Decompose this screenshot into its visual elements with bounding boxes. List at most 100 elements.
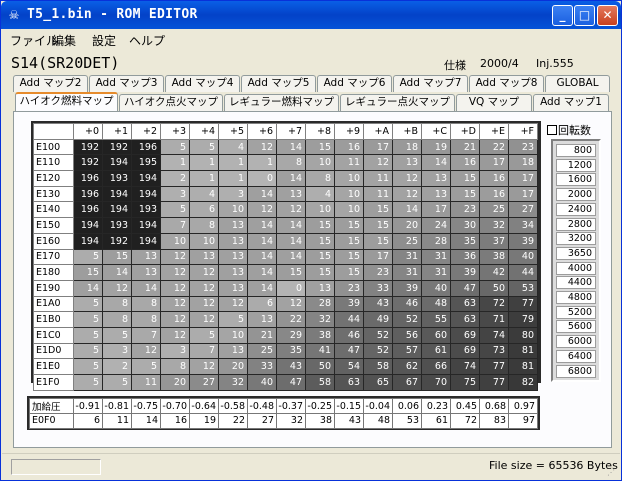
map-cell[interactable]: 12 (189, 311, 219, 328)
boost-value[interactable]: -0.58 (218, 398, 248, 414)
map-cell[interactable]: 61 (421, 343, 451, 360)
map-cell[interactable]: 5 (73, 249, 103, 266)
map-cell[interactable]: 12 (218, 296, 248, 313)
map-cell[interactable]: 40 (247, 374, 277, 391)
map-cell[interactable]: 12 (160, 296, 190, 313)
map-cell[interactable]: 14 (102, 264, 132, 281)
rpm-value[interactable]: 2000 (556, 188, 596, 202)
tab-vq-map[interactable]: VQ マップ (456, 94, 532, 111)
map-cell[interactable]: 1 (160, 154, 190, 172)
map-cell[interactable]: 8 (305, 170, 335, 187)
map-cell[interactable]: 13 (247, 311, 277, 328)
map-cell[interactable]: 193 (102, 170, 132, 187)
map-cell[interactable]: 12 (160, 249, 190, 266)
map-cell[interactable]: 72 (479, 296, 509, 313)
boost-value[interactable]: -0.81 (102, 398, 132, 414)
rpm-value[interactable]: 5600 (556, 320, 596, 334)
map-cell[interactable]: 29 (276, 327, 306, 344)
boost-value[interactable]: -0.75 (131, 398, 161, 414)
map-cell[interactable]: 5 (189, 139, 219, 156)
map-cell[interactable]: 6 (189, 201, 219, 219)
map-cell[interactable]: 1 (189, 170, 219, 187)
map-cell[interactable]: 194 (131, 186, 161, 203)
map-cell[interactable]: 5 (218, 311, 248, 328)
map-cell[interactable]: 14 (276, 249, 306, 266)
map-cell[interactable]: 14 (276, 170, 306, 187)
tab-global[interactable]: GLOBAL (545, 75, 610, 92)
map-cell[interactable]: 7 (189, 343, 219, 360)
map-cell[interactable]: 18 (392, 139, 422, 156)
tab-add-map-7[interactable]: Add マップ7 (393, 75, 468, 92)
map-cell[interactable]: 15 (450, 170, 480, 187)
map-cell[interactable]: 13 (392, 154, 422, 172)
map-cell[interactable]: 36 (450, 249, 480, 266)
map-cell[interactable]: 47 (334, 343, 364, 360)
map-cell[interactable]: 11 (363, 186, 393, 203)
map-cell[interactable]: 8 (276, 154, 306, 172)
map-cell[interactable]: 10 (218, 327, 248, 344)
boost-value[interactable]: -0.70 (160, 398, 190, 414)
map-cell[interactable]: 4 (189, 186, 219, 203)
map-cell[interactable]: 63 (334, 374, 364, 391)
map-cell[interactable]: 22 (479, 139, 509, 156)
map-cell[interactable]: 5 (102, 327, 132, 344)
map-cell[interactable]: 13 (218, 343, 248, 360)
map-cell[interactable]: 19 (421, 139, 451, 156)
map-cell[interactable]: 3 (218, 186, 248, 203)
map-cell[interactable]: 25 (479, 201, 509, 219)
map-cell[interactable]: 25 (247, 343, 277, 360)
map-cell[interactable]: 3 (102, 343, 132, 360)
map-cell[interactable]: 15 (276, 264, 306, 281)
map-cell[interactable]: 13 (131, 264, 161, 281)
tab-add-map-1[interactable]: Add マップ1 (533, 94, 609, 111)
boost-row-cell[interactable]: 43 (334, 413, 364, 429)
map-cell[interactable]: 32 (479, 217, 509, 234)
map-cell[interactable]: 14 (73, 280, 103, 297)
map-cell[interactable]: 27 (508, 201, 538, 219)
map-cell[interactable]: 194 (131, 217, 161, 234)
map-cell[interactable]: 1 (218, 170, 248, 187)
title-bar[interactable]: ☠ T5_1.bin - ROM EDITOR _ □ ✕ (1, 1, 621, 29)
map-cell[interactable]: 13 (189, 249, 219, 266)
map-cell[interactable]: 82 (508, 374, 538, 391)
boost-row-cell[interactable]: 27 (247, 413, 277, 429)
menu-help[interactable]: ヘルプ (129, 32, 165, 49)
map-cell[interactable]: 0 (247, 170, 277, 187)
map-cell[interactable]: 12 (392, 170, 422, 187)
rpm-checkbox-icon[interactable] (547, 125, 557, 135)
boost-row-cell[interactable]: 19 (189, 413, 219, 429)
map-cell[interactable]: 52 (392, 311, 422, 328)
boost-row-cell[interactable]: 97 (508, 413, 538, 429)
map-cell[interactable]: 14 (247, 249, 277, 266)
map-cell[interactable]: 39 (334, 296, 364, 313)
map-cell[interactable]: 8 (131, 311, 161, 328)
map-cell[interactable]: 13 (276, 186, 306, 203)
map-cell[interactable]: 58 (363, 358, 393, 375)
map-cell[interactable]: 31 (392, 249, 422, 266)
map-cell[interactable]: 32 (305, 311, 335, 328)
map-cell[interactable]: 14 (392, 201, 422, 219)
map-cell[interactable]: 0 (276, 280, 306, 297)
boost-value[interactable]: -0.25 (305, 398, 335, 414)
map-cell[interactable]: 40 (421, 280, 451, 297)
map-cell[interactable]: 8 (102, 311, 132, 328)
map-cell[interactable]: 4 (218, 139, 248, 156)
map-cell[interactable]: 5 (73, 374, 103, 391)
map-cell[interactable]: 12 (160, 264, 190, 281)
map-cell[interactable]: 39 (392, 280, 422, 297)
map-cell[interactable]: 37 (479, 233, 509, 250)
tab-high-octane-ignition-map[interactable]: ハイオク点火マップ (119, 94, 223, 111)
map-cell[interactable]: 24 (421, 217, 451, 234)
map-cell[interactable]: 13 (131, 249, 161, 266)
map-cell[interactable]: 13 (218, 233, 248, 250)
map-cell[interactable]: 7 (160, 217, 190, 234)
map-cell[interactable]: 33 (247, 358, 277, 375)
map-cell[interactable]: 2 (160, 170, 190, 187)
map-cell[interactable]: 43 (363, 296, 393, 313)
map-cell[interactable]: 12 (189, 280, 219, 297)
map-cell[interactable]: 55 (421, 311, 451, 328)
map-cell[interactable]: 8 (131, 296, 161, 313)
map-cell[interactable]: 16 (479, 186, 509, 203)
map-cell[interactable]: 10 (218, 201, 248, 219)
map-cell[interactable]: 15 (73, 264, 103, 281)
